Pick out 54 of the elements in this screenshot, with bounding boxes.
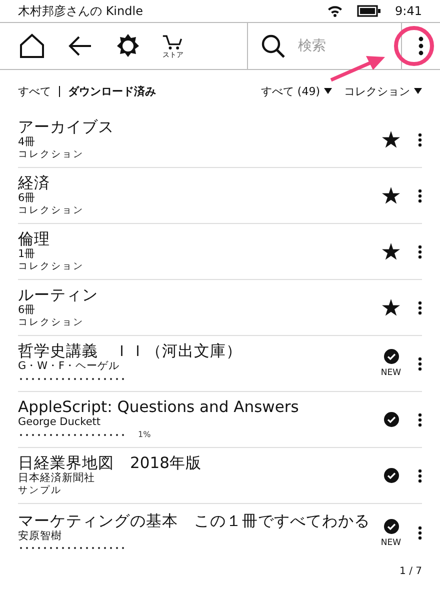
item-type-label: コレクション xyxy=(18,260,85,273)
dropdown-button[interactable]: コレクション xyxy=(344,84,422,98)
collection-title[interactable]: 経済 xyxy=(18,174,376,192)
new-label: NEW xyxy=(380,538,402,548)
search-icon xyxy=(260,33,286,59)
filter-tab[interactable]: すべて xyxy=(18,84,51,98)
book-author: 安原智樹 xyxy=(18,530,63,542)
item-menu-icon[interactable] xyxy=(418,356,422,370)
item-menu-icon[interactable] xyxy=(418,188,422,202)
book-count: 6冊 xyxy=(18,192,37,204)
search-field[interactable]: 検索 xyxy=(294,36,362,56)
item-menu-icon[interactable] xyxy=(418,412,422,426)
book-title[interactable]: マーケティングの基本 この１冊ですべてわかる xyxy=(18,512,376,530)
item-menu-icon[interactable] xyxy=(418,526,422,540)
collection-title[interactable]: ルーティン xyxy=(18,286,376,304)
wifi-icon xyxy=(327,5,344,17)
cart-icon xyxy=(162,34,184,50)
book-title[interactable]: 哲学史講義 ＩＩ（河出文庫） xyxy=(18,342,376,360)
item-type-label: コレクション xyxy=(18,204,85,217)
reading-percent: 1% xyxy=(138,430,151,439)
star-icon[interactable] xyxy=(382,187,400,204)
item-menu-icon[interactable] xyxy=(418,300,422,314)
clock-time: 9:41 xyxy=(395,4,422,18)
book-title[interactable]: 日経業界地図 2018年版 xyxy=(18,454,376,472)
dropdown-button[interactable]: すべて (49) xyxy=(260,84,332,98)
page-indicator: 1 / 7 xyxy=(400,566,422,577)
item-menu-icon[interactable] xyxy=(418,132,422,146)
star-icon[interactable] xyxy=(382,243,400,260)
new-label: NEW xyxy=(380,368,402,378)
annotation-arrow xyxy=(330,56,385,82)
menu-icon[interactable] xyxy=(418,36,424,56)
book-author: 日本経済新聞社 xyxy=(18,472,96,484)
star-icon[interactable] xyxy=(382,299,400,316)
item-type-label: コレクション xyxy=(18,316,85,329)
annotation-circle xyxy=(394,26,434,66)
device-name: 木村邦彦さんの Kindle xyxy=(18,2,144,20)
book-count: 6冊 xyxy=(18,304,37,316)
filter-tab[interactable]: ダウンロード済み xyxy=(68,84,156,98)
book-title[interactable]: AppleScript: Questions and Answers xyxy=(18,398,376,416)
caret-icon xyxy=(414,88,422,94)
home-icon[interactable] xyxy=(18,32,46,60)
collection-title[interactable]: 倫理 xyxy=(18,230,376,248)
book-author: George Duckett xyxy=(18,416,102,428)
item-type-label: コレクション xyxy=(18,148,85,161)
book-count: 4冊 xyxy=(18,136,37,148)
star-icon[interactable] xyxy=(382,131,400,148)
item-menu-icon[interactable] xyxy=(418,244,422,258)
battery-icon xyxy=(357,5,382,17)
book-count: 1冊 xyxy=(18,248,37,260)
sample-label: サンプル xyxy=(18,484,63,497)
collection-title[interactable]: アーカイブス xyxy=(18,118,376,136)
caret-icon xyxy=(324,88,332,94)
item-menu-icon[interactable] xyxy=(418,468,422,482)
book-author: G・W・F・ヘーゲル xyxy=(18,360,121,372)
